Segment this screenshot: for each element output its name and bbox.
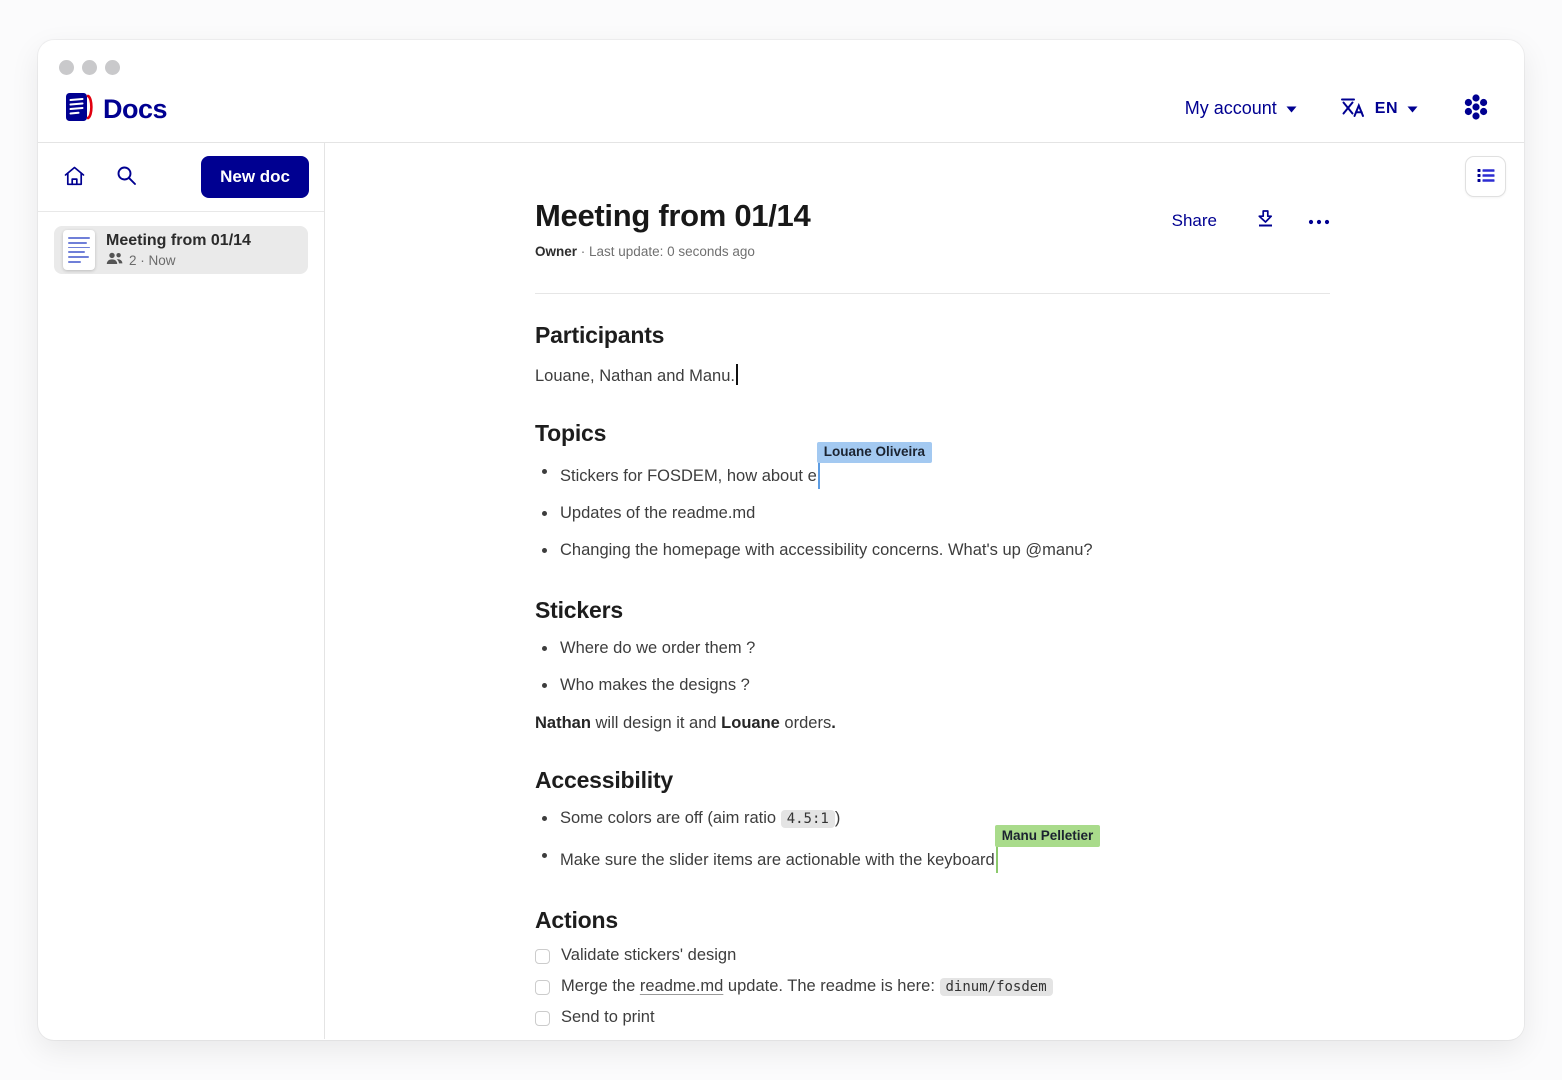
translate-icon: [1339, 95, 1366, 122]
heading-participants[interactable]: Participants: [535, 322, 1330, 349]
title-divider: [535, 293, 1330, 294]
share-button[interactable]: Share: [1166, 210, 1223, 232]
more-options-icon: [1308, 213, 1330, 228]
doc-item-meta: 2 · Now: [106, 252, 251, 268]
list-item[interactable]: Stickers for FOSDEM, how about eLouane O…: [535, 460, 1330, 489]
text-cursor: [736, 364, 738, 385]
owner-badge: Owner: [535, 244, 577, 259]
todo-item: Validate stickers' design: [535, 946, 1330, 965]
bullet-icon: [542, 853, 547, 858]
sidebar: New doc Meeting from 01/14: [38, 143, 325, 1039]
todo-item: Merge the readme.md update. The readme i…: [535, 977, 1330, 996]
collab-cursor-label: Manu Pelletier: [995, 825, 1101, 846]
bullet-icon: [542, 548, 547, 553]
list-icon: [1475, 165, 1497, 189]
apps-launcher-button[interactable]: [1454, 91, 1498, 126]
docs-book-icon: [64, 90, 94, 129]
my-account-label: My account: [1185, 98, 1277, 119]
list-item[interactable]: Where do we order them ?: [535, 637, 1330, 661]
waffle-icon: [1460, 92, 1492, 125]
bullet-icon: [542, 816, 547, 821]
app-window: Docs My account: [38, 40, 1524, 1040]
doc-title-block: Meeting from 01/14 Owner · Last update: …: [535, 198, 810, 259]
bullet-icon: [542, 511, 547, 516]
list-item[interactable]: Updates of the readme.md: [535, 502, 1330, 526]
screen: Docs My account: [0, 0, 1562, 1080]
top-bar-actions: My account EN: [1179, 91, 1498, 126]
collab-cursor-louane: Louane Oliveira: [818, 460, 820, 489]
todo-checkbox[interactable]: [535, 1011, 550, 1026]
download-icon: [1255, 208, 1276, 233]
doc-item-meta-text: 2 · Now: [129, 253, 176, 268]
inline-code: 4.5:1: [781, 810, 835, 828]
editor[interactable]: Meeting from 01/14 Owner · Last update: …: [535, 198, 1330, 1039]
app-title: Docs: [103, 94, 167, 125]
readme-link[interactable]: readme.md: [640, 977, 723, 995]
my-account-menu[interactable]: My account: [1179, 97, 1303, 120]
window-dot: [82, 60, 97, 75]
home-icon: [62, 164, 87, 191]
list-item[interactable]: Some colors are off (aim ratio 4.5:1): [535, 807, 1330, 831]
main-layout: New doc Meeting from 01/14: [38, 143, 1524, 1039]
list-item[interactable]: Who makes the designs ?: [535, 674, 1330, 698]
todo-label[interactable]: Merge the readme.md update. The readme i…: [561, 977, 1053, 996]
collab-cursor-label: Louane Oliveira: [817, 442, 932, 463]
sidebar-doc-item[interactable]: Meeting from 01/14 2 · Now: [54, 226, 308, 274]
heading-actions[interactable]: Actions: [535, 907, 1330, 934]
heading-topics[interactable]: Topics: [535, 420, 1330, 447]
sidebar-toolbar: New doc: [38, 143, 324, 212]
search-icon: [115, 164, 138, 190]
window-dot: [59, 60, 74, 75]
new-doc-button[interactable]: New doc: [201, 156, 309, 198]
collab-cursor-manu: Manu Pelletier: [996, 844, 998, 873]
more-options-button[interactable]: [1308, 213, 1330, 228]
window-controls: [59, 60, 120, 75]
todo-checkbox[interactable]: [535, 980, 550, 995]
todo-item: Send to print: [535, 1008, 1330, 1027]
download-button[interactable]: [1255, 208, 1276, 233]
top-bar: Docs My account: [38, 40, 1524, 143]
doc-meta-line: Owner · Last update: 0 seconds ago: [535, 244, 810, 259]
last-update-text: · Last update: 0 seconds ago: [581, 244, 755, 259]
people-icon: [106, 252, 123, 268]
doc-title[interactable]: Meeting from 01/14: [535, 198, 810, 234]
inline-code: dinum/fosdem: [940, 978, 1053, 996]
stickers-note[interactable]: Nathan will design it and Louane orders.: [535, 714, 1330, 733]
doc-actions: Share: [1166, 208, 1330, 233]
document-pane: Meeting from 01/14 Owner · Last update: …: [325, 143, 1524, 1039]
heading-stickers[interactable]: Stickers: [535, 597, 1330, 624]
list-item[interactable]: Make sure the slider items are actionabl…: [535, 844, 1330, 873]
window-dot: [105, 60, 120, 75]
participants-body[interactable]: Louane, Nathan and Manu.: [535, 364, 1330, 386]
todo-checkbox[interactable]: [535, 949, 550, 964]
language-label: EN: [1375, 100, 1398, 118]
language-selector[interactable]: EN: [1333, 94, 1424, 123]
bullet-icon: [542, 469, 547, 474]
bullet-icon: [542, 683, 547, 688]
todo-label[interactable]: Send to print: [561, 1008, 655, 1027]
chevron-down-icon: [1407, 101, 1418, 116]
todo-label[interactable]: Validate stickers' design: [561, 946, 736, 965]
heading-accessibility[interactable]: Accessibility: [535, 767, 1330, 794]
app-logo[interactable]: Docs: [64, 90, 167, 129]
document-icon: [63, 230, 95, 270]
doc-item-texts: Meeting from 01/14 2 · Now: [106, 232, 251, 268]
doc-title-row: Meeting from 01/14 Owner · Last update: …: [535, 198, 1330, 259]
home-button[interactable]: [62, 164, 87, 191]
doc-item-title: Meeting from 01/14: [106, 232, 251, 250]
bullet-icon: [542, 646, 547, 651]
search-button[interactable]: [115, 164, 138, 190]
chevron-down-icon: [1286, 101, 1297, 116]
table-of-contents-button[interactable]: [1465, 156, 1506, 197]
list-item[interactable]: Changing the homepage with accessibility…: [535, 539, 1330, 563]
